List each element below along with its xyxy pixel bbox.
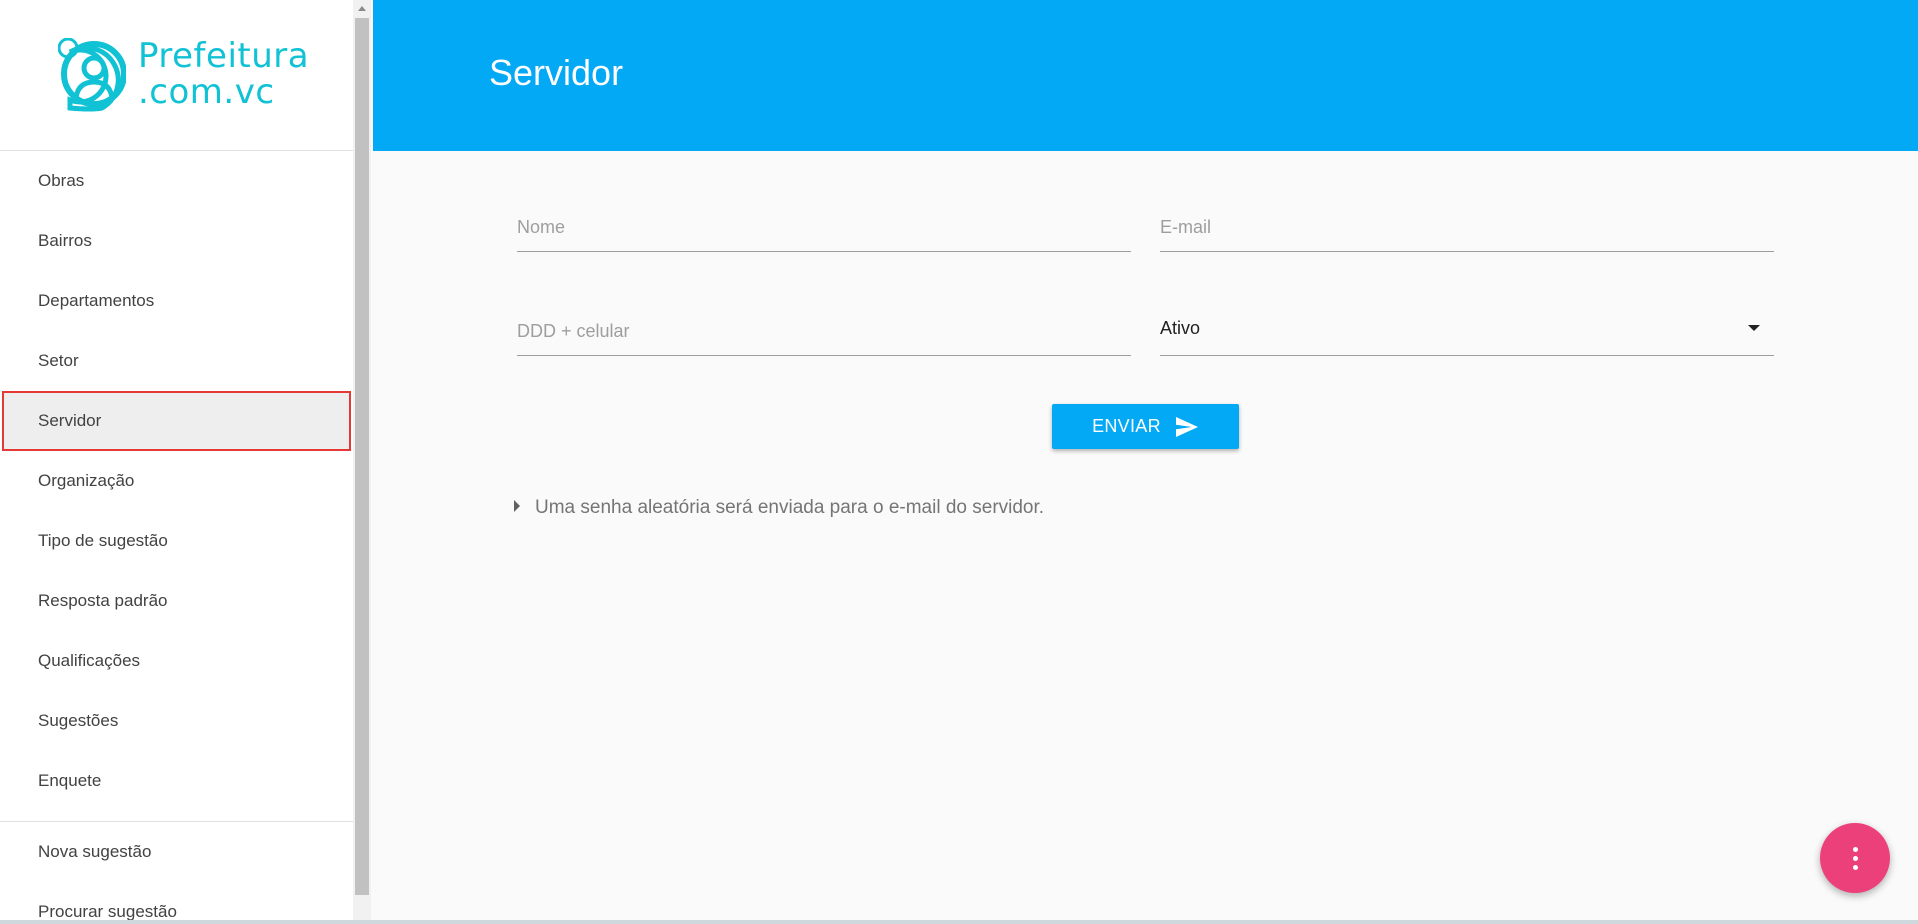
brand-line-2: .com.vc — [138, 72, 275, 112]
sidebar-item-servidor[interactable]: Servidor — [2, 391, 351, 451]
sidebar-scrollbar[interactable] — [353, 0, 371, 924]
brand-line-1: Prefeitura — [138, 36, 310, 76]
scroll-up-icon[interactable] — [353, 0, 371, 18]
sidebar-item-obras[interactable]: Obras — [0, 151, 353, 211]
arrow-drop-down-icon — [1748, 325, 1760, 331]
info-note-text: Uma senha aleatória será enviada para o … — [535, 497, 1045, 518]
sidebar-nav: Obras Bairros Departamentos Setor Servid… — [0, 151, 353, 811]
scrollbar-thumb[interactable] — [355, 18, 369, 895]
sidebar-item-qualificacoes[interactable]: Qualificações — [0, 631, 353, 691]
sidebar-item-resposta-padrao[interactable]: Resposta padrão — [0, 571, 353, 631]
more-actions-fab[interactable] — [1820, 823, 1890, 893]
sidebar: Prefeitura .com.vc Obras Bairros Departa… — [0, 0, 353, 924]
nome-field — [517, 196, 1131, 252]
more-vert-icon — [1852, 846, 1858, 870]
phone-field — [517, 300, 1131, 356]
send-icon — [1175, 416, 1198, 437]
page-title: Servidor — [489, 52, 624, 93]
brand-name: Prefeitura .com.vc — [138, 38, 309, 110]
nome-input[interactable] — [517, 207, 1131, 247]
sidebar-nav-secondary: Nova sugestão Procurar sugestão — [0, 822, 353, 924]
sidebar-item-nova-sugestao[interactable]: Nova sugestão — [0, 822, 353, 882]
phone-input[interactable] — [517, 311, 1131, 351]
sidebar-item-organizacao[interactable]: Organização — [0, 451, 353, 511]
email-field — [1160, 196, 1774, 252]
page-header: Servidor — [373, 0, 1918, 151]
user-profile-icon — [58, 38, 126, 112]
sidebar-item-enquete[interactable]: Enquete — [0, 751, 353, 811]
sidebar-item-sugestoes[interactable]: Sugestões — [0, 691, 353, 751]
sidebar-item-tipo-de-sugestao[interactable]: Tipo de sugestão — [0, 511, 353, 571]
info-note[interactable]: Uma senha aleatória será enviada para o … — [514, 497, 1044, 519]
sidebar-item-bairros[interactable]: Bairros — [0, 211, 353, 271]
status-select[interactable]: Ativo — [1160, 300, 1774, 356]
expand-arrow-icon — [514, 500, 520, 512]
send-button-label: ENVIAR — [1092, 416, 1161, 436]
status-select-value: Ativo — [1160, 318, 1201, 338]
email-input[interactable] — [1160, 207, 1774, 247]
sidebar-item-setor[interactable]: Setor — [0, 331, 353, 391]
brand-logo[interactable]: Prefeitura .com.vc — [0, 0, 353, 151]
window-bottom-edge — [0, 920, 1918, 924]
sidebar-item-procurar-sugestao[interactable]: Procurar sugestão — [0, 882, 353, 924]
sidebar-item-departamentos[interactable]: Departamentos — [0, 271, 353, 331]
send-button[interactable]: ENVIAR — [1052, 404, 1239, 449]
